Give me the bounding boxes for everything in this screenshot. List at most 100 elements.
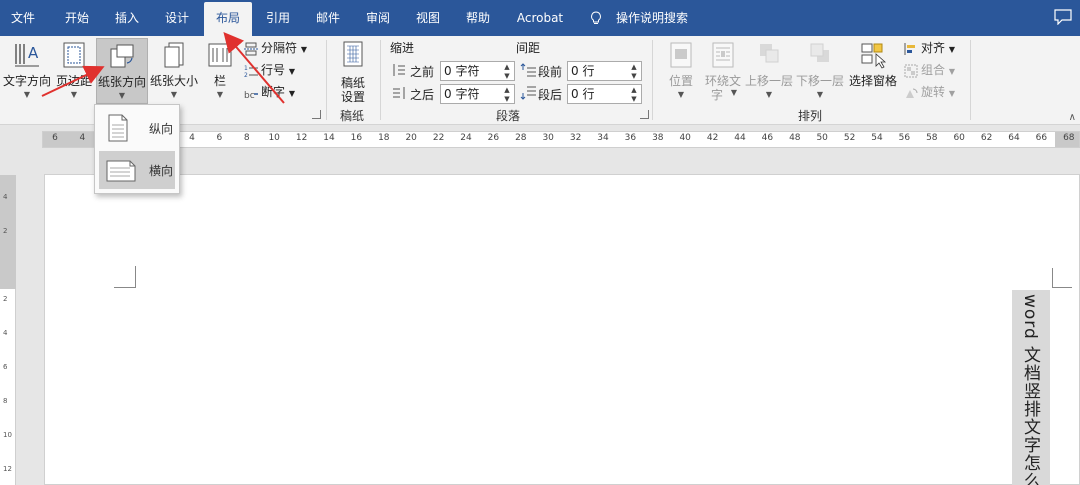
- position-icon: [670, 42, 692, 68]
- selection-pane-button[interactable]: 选择窗格: [846, 38, 900, 104]
- ruler-number: 2: [3, 295, 8, 303]
- spin-up-icon[interactable]: ▲: [502, 86, 512, 94]
- spacing-before-icon: [520, 63, 536, 77]
- spacing-after-value: 0 行: [571, 87, 595, 101]
- orientation-landscape-item[interactable]: 横向: [99, 151, 175, 189]
- indent-before-value: 0 字符: [444, 64, 480, 78]
- crop-mark-right: [1052, 268, 1072, 288]
- document-page[interactable]: [44, 174, 1080, 485]
- spin-down-icon[interactable]: ▼: [629, 72, 639, 80]
- spacing-before-label: 段前: [538, 65, 563, 79]
- ruler-number: 4: [3, 193, 8, 201]
- indent-before-field[interactable]: 0 字符 ▲ ▼: [440, 61, 515, 81]
- spin-up-icon[interactable]: ▲: [502, 63, 512, 71]
- hyphenation-button[interactable]: bc 断字 ▼: [244, 82, 295, 102]
- manuscript-icon: [343, 41, 363, 67]
- group-separator: [380, 40, 381, 120]
- page-setup-launcher-icon[interactable]: [312, 110, 321, 119]
- collapse-ribbon-icon[interactable]: ∧: [1069, 112, 1076, 123]
- size-label: 纸张大小: [149, 74, 198, 88]
- ruler-number: 12: [295, 133, 308, 143]
- ruler-number: 10: [3, 431, 12, 439]
- text-direction-label: 文字方向: [2, 74, 51, 88]
- tab-references[interactable]: 引用: [256, 0, 300, 36]
- margins-label: 页边距: [55, 74, 92, 88]
- line-numbers-icon: 1 2: [244, 65, 258, 78]
- ruler-number: 32: [569, 133, 582, 143]
- indent-after-value: 0 字符: [444, 87, 480, 101]
- chevron-down-icon: ▼: [730, 88, 738, 97]
- orientation-icon: [110, 44, 134, 68]
- spin-down-icon[interactable]: ▼: [629, 95, 639, 103]
- position-label: 位置: [668, 74, 693, 88]
- ruler-number: 38: [652, 133, 664, 143]
- group-separator: [652, 40, 653, 120]
- chevron-down-icon: ▼: [170, 90, 178, 99]
- ruler-number: 40: [679, 133, 691, 143]
- ruler-number: 58: [926, 133, 938, 143]
- ruler-number: 68: [1063, 133, 1075, 143]
- wrap-text-label-2: 字: [710, 88, 723, 102]
- spin-down-icon[interactable]: ▼: [502, 72, 512, 80]
- chevron-down-icon: ▼: [288, 89, 295, 98]
- indent-right-icon: [393, 87, 405, 99]
- chevron-down-icon: ▼: [948, 45, 955, 54]
- tab-review[interactable]: 审阅: [356, 0, 400, 36]
- ruler-number: 22: [432, 133, 445, 143]
- manuscript-settings-button[interactable]: 稿纸 设置: [332, 38, 374, 104]
- send-backward-label: 下移一层: [795, 74, 844, 88]
- align-button[interactable]: 对齐 ▼: [904, 38, 955, 58]
- spacing-after-field[interactable]: 0 行 ▲ ▼: [567, 84, 642, 104]
- orientation-button[interactable]: 纸张方向 ▼: [96, 38, 148, 104]
- ruler-number: 6: [3, 363, 8, 371]
- indent-left-icon: [393, 64, 405, 76]
- spacing-title: 间距: [516, 41, 541, 55]
- vertical-ruler[interactable]: 422468101214: [0, 175, 16, 485]
- columns-button[interactable]: 栏 ▼: [202, 38, 238, 104]
- group-separator: [326, 40, 327, 120]
- ruler-number: 50: [816, 133, 828, 143]
- rotate-button[interactable]: 旋转 ▼: [904, 82, 955, 102]
- comments-icon[interactable]: [1054, 9, 1072, 25]
- wrap-text-button[interactable]: 环绕文 字 ▼: [702, 38, 744, 104]
- ruler-number: 18: [378, 133, 390, 143]
- spin-up-icon[interactable]: ▲: [629, 86, 639, 94]
- position-button[interactable]: 位置 ▼: [660, 38, 702, 104]
- spin-up-icon[interactable]: ▲: [629, 63, 639, 71]
- columns-label: 栏: [213, 74, 226, 88]
- chevron-down-icon: ▼: [948, 67, 955, 76]
- spacing-before-field[interactable]: 0 行 ▲ ▼: [567, 61, 642, 81]
- breaks-button[interactable]: 分隔符 ▼: [244, 38, 307, 58]
- group-button[interactable]: 组合 ▼: [904, 60, 955, 80]
- align-icon: [904, 42, 915, 55]
- portrait-page-icon: [108, 114, 128, 142]
- tab-help[interactable]: 帮助: [456, 0, 500, 36]
- ruler-number: 54: [871, 133, 883, 143]
- paragraph-launcher-icon[interactable]: [640, 110, 649, 119]
- send-backward-button[interactable]: 下移一层 ▼: [794, 38, 846, 104]
- hyphenation-label: 断字: [261, 85, 286, 99]
- ruler-number: 24: [460, 133, 472, 143]
- tab-insert[interactable]: 插入: [106, 0, 148, 36]
- tab-file[interactable]: 文件: [4, 0, 42, 36]
- group-separator: [970, 40, 971, 120]
- text-direction-button[interactable]: A 文字方向 ▼: [2, 38, 52, 104]
- line-numbers-button[interactable]: 1 2 行号 ▼: [244, 60, 295, 80]
- tab-mailings[interactable]: 邮件: [306, 0, 350, 36]
- spin-down-icon[interactable]: ▼: [502, 95, 512, 103]
- tab-design[interactable]: 设计: [156, 0, 198, 36]
- ruler-number: 62: [980, 133, 993, 143]
- bring-forward-button[interactable]: 上移一层 ▼: [744, 38, 794, 104]
- ruler-number: 52: [843, 133, 856, 143]
- indent-after-field[interactable]: 0 字符 ▲ ▼: [440, 84, 515, 104]
- tab-layout[interactable]: 布局: [204, 2, 252, 36]
- tab-view[interactable]: 视图: [406, 0, 450, 36]
- tab-home[interactable]: 开始: [56, 0, 98, 36]
- selection-pane-icon: [861, 43, 887, 69]
- margins-button[interactable]: 页边距 ▼: [53, 38, 95, 104]
- indent-before-label: 之前: [410, 65, 435, 79]
- tab-acrobat[interactable]: Acrobat: [510, 0, 570, 36]
- size-button[interactable]: 纸张大小 ▼: [148, 38, 200, 104]
- horizontal-ruler[interactable]: 6422468101214161820222426283032343638404…: [42, 131, 1080, 148]
- orientation-portrait-item[interactable]: 纵向: [99, 109, 175, 147]
